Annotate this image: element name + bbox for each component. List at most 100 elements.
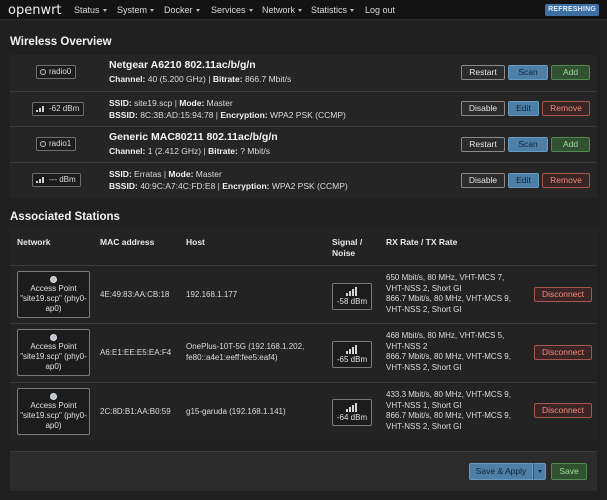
tx-rate-1: 866.7 Mbit/s, 80 MHz, VHT-MCS 9, xyxy=(386,294,511,303)
ap-label: Access Point xyxy=(30,284,77,293)
rx-rate-1: 468 Mbit/s, 80 MHz, VHT-MCS 5, xyxy=(386,331,505,340)
access-point-icon xyxy=(50,276,57,283)
station-row: Access Point "site19.scp" (phy0- ap0) A6… xyxy=(10,323,597,382)
menu-statistics[interactable]: Statistics xyxy=(311,5,355,15)
menu-docker-label: Docker xyxy=(164,5,193,15)
wifi-radio-icon xyxy=(40,141,46,147)
col-network: Network xyxy=(17,237,51,247)
station-signal: -58 dBm xyxy=(336,297,368,306)
station-signal-badge: -58 dBm xyxy=(332,283,372,310)
menu-network-label: Network xyxy=(262,5,296,15)
ap-ssid: "site19.scp" (phy0- xyxy=(20,294,87,303)
signal-bars-icon xyxy=(36,176,46,183)
disconnect-button[interactable]: Disconnect xyxy=(534,345,592,360)
radio-badge: radio1 xyxy=(36,137,77,151)
disconnect-button[interactable]: Disconnect xyxy=(534,403,592,418)
network-bssid-line: BSSID: 8C:3B:AD:15:94:78 | Encryption: W… xyxy=(109,110,346,120)
radio-badge-label: radio1 xyxy=(49,139,72,148)
chevron-down-icon xyxy=(298,9,303,12)
rx-rate-2: VHT-NSS 1, Short GI xyxy=(386,400,462,410)
col-rate: RX Rate / TX Rate xyxy=(386,237,458,247)
access-point-badge[interactable]: Access Point "site19.scp" (phy0- ap0) xyxy=(17,388,90,435)
bitrate-label: Bitrate: xyxy=(208,146,238,156)
radio-info: Channel: 1 (2.412 GHz) | Bitrate: ? Mbit… xyxy=(109,146,270,156)
chevron-down-icon xyxy=(248,9,253,12)
menu-status[interactable]: Status xyxy=(74,5,107,15)
network-row: -62 dBm SSID: site19.scp | Mode: Master … xyxy=(10,91,597,126)
save-button[interactable]: Save xyxy=(551,463,587,480)
tx-rate-2: VHT-NSS 2, Short GI xyxy=(386,304,462,314)
encryption-value: WPA2 PSK (CCMP) xyxy=(271,181,348,191)
edit-button[interactable]: Edit xyxy=(508,101,539,116)
ap-iface: ap0) xyxy=(45,304,62,313)
radio-row: radio0 Netgear A6210 802.11ac/b/g/n Chan… xyxy=(10,55,597,91)
radio-badge: radio0 xyxy=(36,65,77,79)
add-button[interactable]: Add xyxy=(551,65,590,80)
bitrate-value: ? Mbit/s xyxy=(240,146,270,156)
signal-badge: --- dBm xyxy=(32,173,81,187)
refreshing-badge[interactable]: REFRESHING xyxy=(545,4,599,16)
station-host: g15-garuda (192.168.1.141) xyxy=(186,407,286,416)
channel-label: Channel: xyxy=(109,74,146,84)
rx-rate-2: VHT-NSS 2 xyxy=(386,341,428,351)
menu-system-label: System xyxy=(117,5,148,15)
signal-bars-icon xyxy=(36,105,46,112)
top-navbar: openwrt Status System Docker Services Ne… xyxy=(0,0,607,20)
network-ssid-line: SSID: site19.scp | Mode: Master xyxy=(109,98,233,108)
station-mac: 4E:49:83:AA:CB:18 xyxy=(100,290,170,299)
rx-rate-2: VHT-NSS 2, Short GI xyxy=(386,283,462,293)
add-button[interactable]: Add xyxy=(551,137,590,152)
col-signal-label: Signal / xyxy=(332,237,363,247)
menu-logout[interactable]: Log out xyxy=(365,5,395,15)
restart-button[interactable]: Restart xyxy=(461,137,505,152)
bssid-label: BSSID: xyxy=(109,181,138,191)
station-rate: 433.3 Mbit/s, 80 MHz, VHT-MCS 9, VHT-NSS… xyxy=(386,390,536,432)
edit-button[interactable]: Edit xyxy=(508,173,539,188)
station-signal: -65 dBm xyxy=(336,355,368,364)
menu-system[interactable]: System xyxy=(117,5,155,15)
save-apply-dropdown[interactable] xyxy=(533,463,546,480)
chevron-down-icon xyxy=(537,470,542,473)
encryption-label: Encryption: xyxy=(220,110,268,120)
station-rate: 650 Mbit/s, 80 MHz, VHT-MCS 7, VHT-NSS 2… xyxy=(386,273,536,315)
stations-table: Network MAC address Host Signal / Noise R… xyxy=(10,229,597,440)
restart-button[interactable]: Restart xyxy=(461,65,505,80)
scan-button[interactable]: Scan xyxy=(508,65,548,80)
station-mac: 2C:8D:B1:AA:B0:59 xyxy=(100,407,171,416)
access-point-badge[interactable]: Access Point "site19.scp" (phy0- ap0) xyxy=(17,271,90,318)
menu-network[interactable]: Network xyxy=(262,5,303,15)
encryption-value: WPA2 PSK (CCMP) xyxy=(269,110,346,120)
disable-button[interactable]: Disable xyxy=(461,173,505,188)
brand-logo[interactable]: openwrt xyxy=(8,3,62,18)
mode-label: Mode: xyxy=(168,169,194,179)
remove-button[interactable]: Remove xyxy=(542,173,590,188)
ap-iface: ap0) xyxy=(45,362,62,371)
rx-rate-1: 433.3 Mbit/s, 80 MHz, VHT-MCS 9, xyxy=(386,390,511,399)
scan-button[interactable]: Scan xyxy=(508,137,548,152)
station-host: OnePlus-10T-5G (192.168.1.202, fe80::a4e1… xyxy=(186,342,304,363)
menu-statistics-label: Statistics xyxy=(311,5,348,15)
ap-iface: ap0) xyxy=(45,421,62,430)
ap-ssid: "site19.scp" (phy0- xyxy=(20,411,87,420)
disable-button[interactable]: Disable xyxy=(461,101,505,116)
stations-header-row: Network MAC address Host Signal / Noise R… xyxy=(10,229,597,265)
access-point-badge[interactable]: Access Point "site19.scp" (phy0- ap0) xyxy=(17,329,90,376)
remove-button[interactable]: Remove xyxy=(542,101,590,116)
save-apply-button[interactable]: Save & Apply xyxy=(469,463,533,480)
mode-label: Mode: xyxy=(179,98,205,108)
col-signal-noise: Signal / Noise xyxy=(332,237,362,259)
network-row: --- dBm SSID: Erratas | Mode: Master BSS… xyxy=(10,162,597,198)
ssid-label: SSID: xyxy=(109,98,132,108)
menu-services[interactable]: Services xyxy=(211,5,253,15)
station-row: Access Point "site19.scp" (phy0- ap0) 2C… xyxy=(10,382,597,440)
menu-docker[interactable]: Docker xyxy=(164,5,200,15)
wifi-radio-icon xyxy=(40,69,46,75)
channel-value: 1 (2.412 GHz) xyxy=(147,146,202,156)
access-point-icon xyxy=(50,393,57,400)
chevron-down-icon xyxy=(150,9,155,12)
disconnect-button[interactable]: Disconnect xyxy=(534,287,592,302)
channel-value: 40 (5.200 GHz) xyxy=(147,74,206,84)
station-host: 192.168.1.177 xyxy=(186,290,238,299)
tx-rate-1: 866.7 Mbit/s, 80 MHz, VHT-MCS 9, xyxy=(386,411,511,420)
form-actions-bar: Save & Apply Save xyxy=(10,451,597,491)
